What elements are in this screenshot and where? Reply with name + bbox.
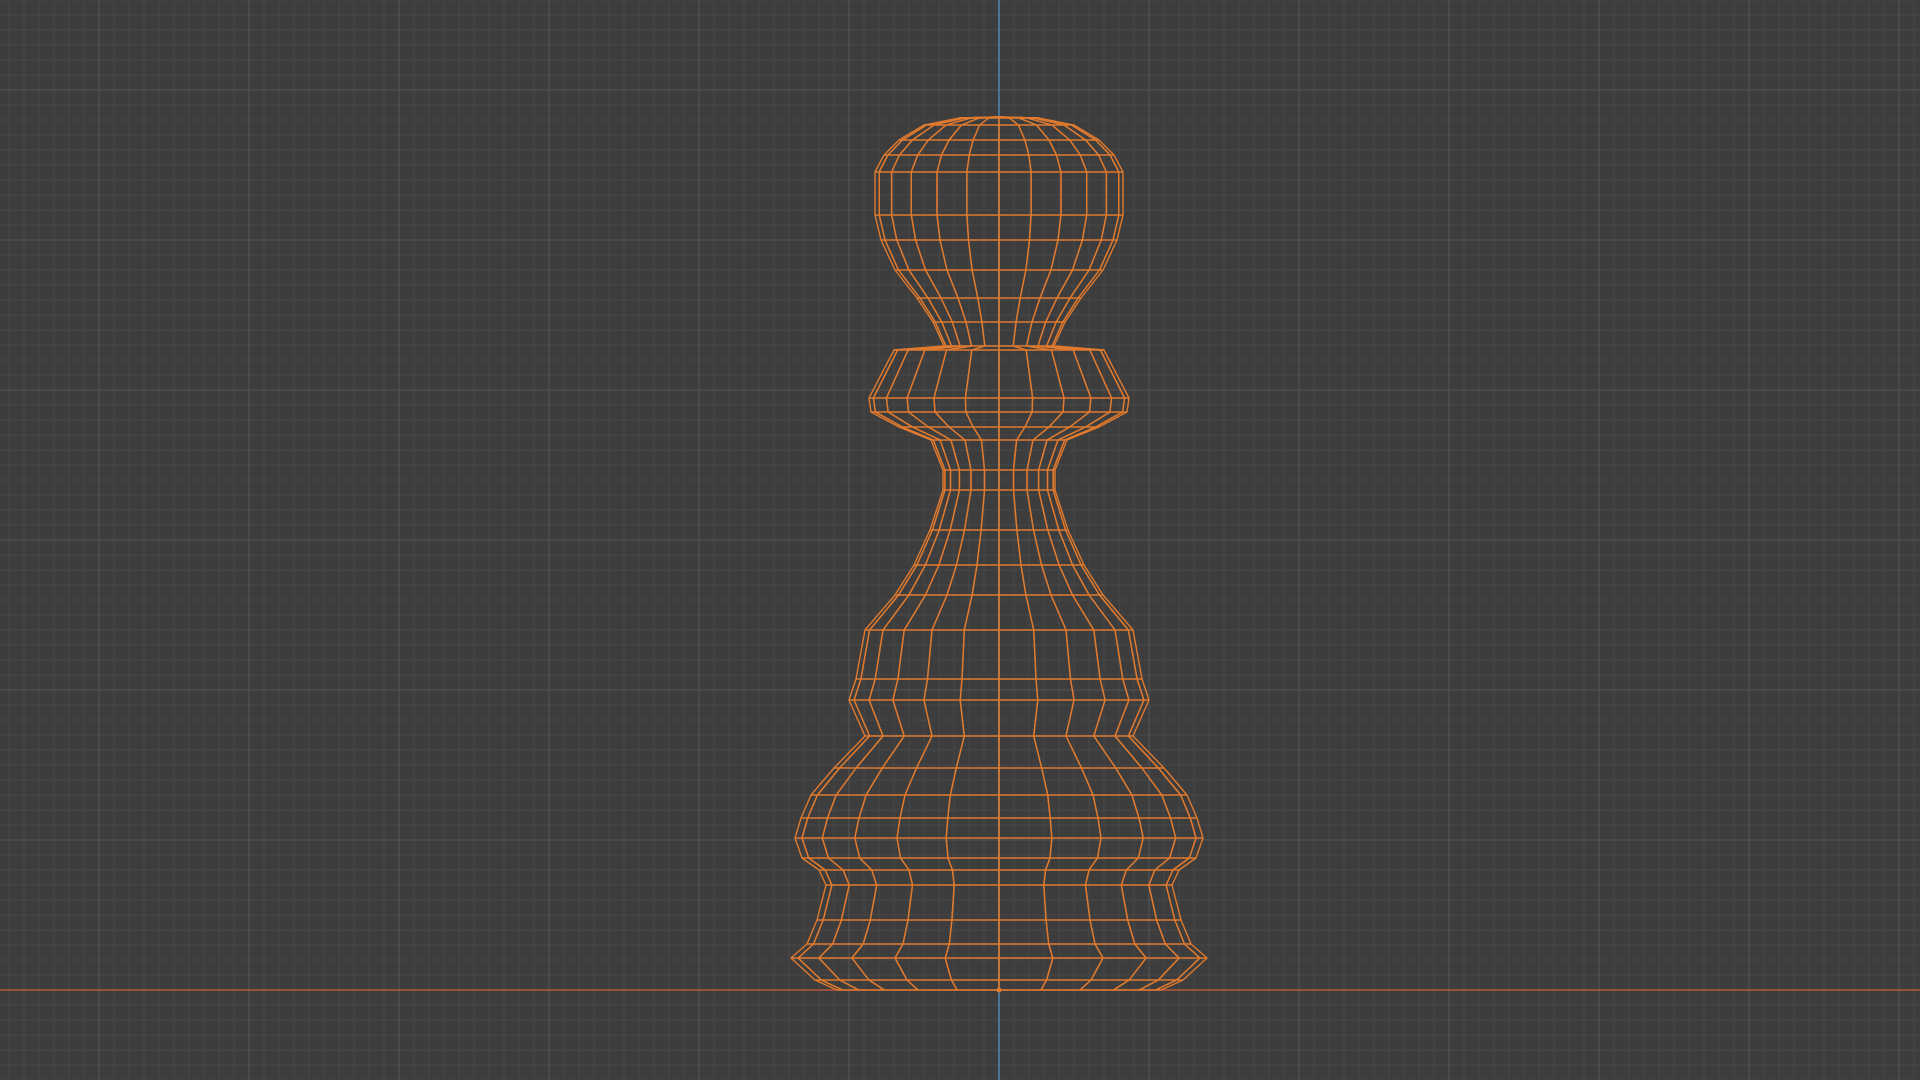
viewport-canvas[interactable] [0,0,1920,1080]
3d-viewport[interactable] [0,0,1920,1080]
origin-marker-icon [996,987,1002,993]
